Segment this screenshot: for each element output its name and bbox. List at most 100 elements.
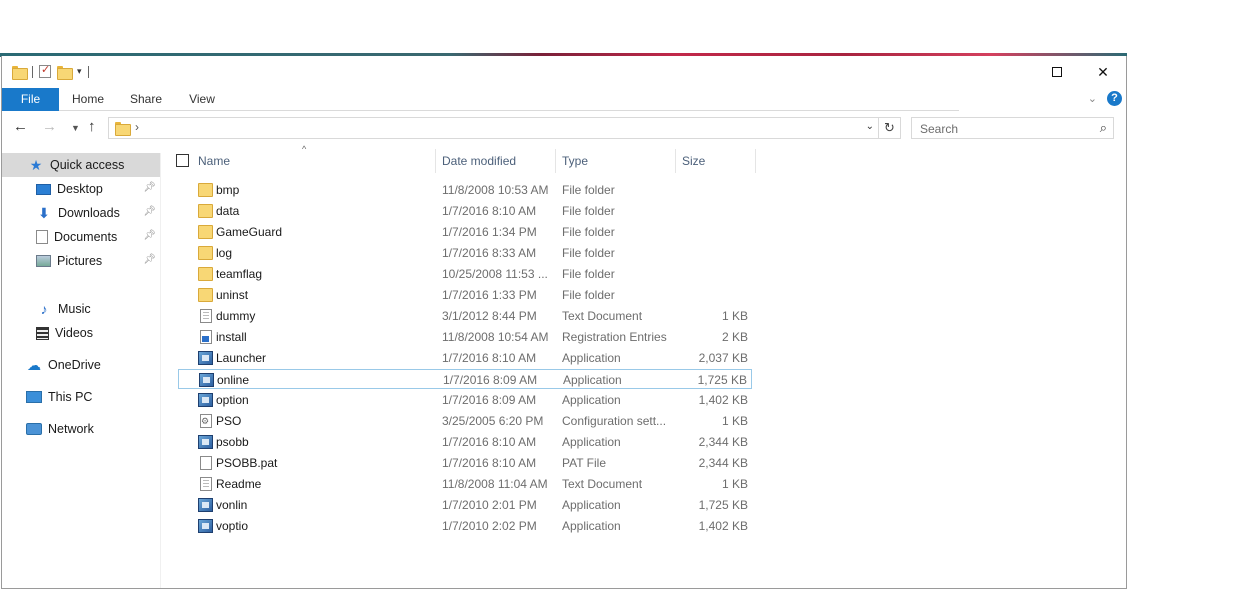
file-name: option [216, 393, 249, 407]
nav-item-label: Documents [54, 230, 118, 244]
application-icon [199, 373, 214, 387]
close-button[interactable]: ✕ [1080, 56, 1126, 88]
registry-icon [200, 330, 212, 344]
tab-share[interactable]: Share [128, 88, 164, 111]
table-row[interactable]: bmp 11/8/2008 10:53 AM File folder [178, 180, 752, 200]
file-size: 2,037 KB [698, 351, 748, 365]
downloads-icon: ⬇ [38, 204, 50, 221]
file-type: Application [562, 351, 621, 365]
column-header-size[interactable]: Size [682, 149, 754, 173]
toolbar-divider [87, 65, 89, 78]
pane-divider[interactable] [160, 153, 161, 588]
nav-item-videos[interactable]: Videos [2, 321, 160, 345]
nav-item-label: Desktop [57, 182, 103, 196]
nav-item-desktop[interactable]: Desktop 📌︎ [2, 177, 160, 201]
nav-item-downloads[interactable]: ⬇ Downloads 📌︎ [2, 201, 160, 225]
recent-locations-button[interactable]: ▼ [71, 123, 80, 133]
folder-icon [12, 65, 28, 80]
table-row[interactable]: online 1/7/2016 8:09 AM Application 1,725 K… [178, 369, 752, 389]
table-row[interactable]: teamflag 10/25/2008 11:53 ... File folder [178, 264, 752, 284]
nav-item-documents[interactable]: Documents 📌︎ [2, 225, 160, 249]
pin-icon[interactable]: 📌︎ [143, 182, 156, 193]
folder-icon [198, 204, 213, 218]
date-modified: 1/7/2010 2:02 PM [442, 519, 537, 533]
file-name: install [216, 330, 247, 344]
nav-item-quick-access[interactable]: ★ Quick access [2, 153, 160, 177]
column-header-name[interactable]: Name [198, 149, 434, 173]
nav-item-label: Downloads [58, 206, 120, 220]
folder-icon [198, 183, 213, 197]
breadcrumb-separator[interactable]: › [135, 120, 139, 134]
navigation-bar: ← → ▼ ↑ › ⌄ ↻ Search ⌕ [2, 116, 1126, 142]
table-row[interactable]: Readme 11/8/2008 11:04 AM Text Document 1 K… [178, 474, 752, 494]
search-box[interactable]: Search ⌕ [911, 117, 1114, 139]
date-modified: 1/7/2016 8:33 AM [442, 246, 537, 260]
file-name: log [216, 246, 233, 260]
search-input[interactable]: Search [920, 122, 958, 136]
pin-icon[interactable]: 📌︎ [143, 206, 156, 217]
pin-icon[interactable]: 📌︎ [143, 230, 156, 241]
file-name: Launcher [216, 351, 267, 365]
file-size: 1,402 KB [698, 519, 748, 533]
column-divider[interactable] [435, 149, 436, 173]
tab-home[interactable]: Home [70, 88, 106, 111]
date-modified: 1/7/2016 8:10 AM [442, 435, 537, 449]
column-divider[interactable] [755, 149, 756, 173]
table-row[interactable]: log 1/7/2016 8:33 AM File folder [178, 243, 752, 263]
customize-toolbar-icon[interactable]: ▾ [77, 66, 82, 77]
table-row[interactable]: PSO 3/25/2005 6:20 PM Configuration sett..… [178, 411, 752, 431]
back-button[interactable]: ← [13, 118, 28, 135]
file-type: Text Document [562, 477, 643, 491]
table-row[interactable]: install 11/8/2008 10:54 AM Registration En… [178, 327, 752, 347]
ribbon-tabs: File Home Share View ⌄ ? [2, 88, 1126, 111]
column-header-type[interactable]: Type [562, 149, 674, 173]
nav-item-this-pc[interactable]: This PC [2, 385, 160, 409]
column-divider[interactable] [555, 149, 556, 173]
nav-item-network[interactable]: Network [2, 417, 160, 441]
nav-item-music[interactable]: ♪ Music [2, 297, 160, 321]
address-dropdown-icon[interactable]: ⌄ [866, 121, 874, 132]
file-type: File folder [562, 288, 615, 302]
file-type: File folder [562, 183, 615, 197]
expand-ribbon-icon[interactable]: ⌄ [1088, 92, 1097, 105]
tab-view[interactable]: View [186, 88, 218, 111]
table-row[interactable]: uninst 1/7/2016 1:33 PM File folder [178, 285, 752, 305]
table-row[interactable]: data 1/7/2016 8:10 AM File folder [178, 201, 752, 221]
table-row[interactable]: vonlin 1/7/2010 2:01 PM Application 1,725 K… [178, 495, 752, 515]
new-folder-icon[interactable] [57, 65, 73, 80]
table-row[interactable]: dummy 3/1/2012 8:44 PM Text Document 1 KB [178, 306, 752, 326]
file-size: 2 KB [721, 330, 748, 344]
pin-icon[interactable]: 📌︎ [143, 254, 156, 265]
date-modified: 11/8/2008 11:04 AM [442, 477, 548, 491]
navigation-pane: ★ Quick access Desktop 📌︎ ⬇ Downloads 📌︎… [2, 153, 160, 583]
table-row[interactable]: option 1/7/2016 8:09 AM Application 1,402 K… [178, 390, 752, 410]
application-icon [198, 435, 213, 449]
address-bar[interactable]: › ⌄ ↻ [108, 117, 901, 139]
date-modified: 1/7/2016 8:10 AM [442, 204, 537, 218]
file-type: PAT File [562, 456, 607, 470]
tab-file[interactable]: File [2, 88, 59, 111]
table-row[interactable]: voptio 1/7/2010 2:02 PM Application 1,402 K… [178, 516, 752, 536]
help-icon[interactable]: ? [1107, 91, 1122, 106]
table-row[interactable]: Launcher 1/7/2016 8:10 AM Application 2,037… [178, 348, 752, 368]
text-document-icon [200, 309, 212, 323]
file-name: Readme [216, 477, 262, 491]
table-row[interactable]: PSOBB.pat 1/7/2016 8:10 AM PAT File 2,344 K… [178, 453, 752, 473]
star-icon: ★ [29, 156, 43, 173]
select-all-checkbox[interactable] [176, 154, 189, 167]
file-name: uninst [216, 288, 249, 302]
nav-item-onedrive[interactable]: ☁ OneDrive [2, 353, 160, 377]
table-row[interactable]: GameGuard 1/7/2016 1:34 PM File folder [178, 222, 752, 242]
refresh-button[interactable]: ↻ [878, 118, 900, 138]
table-row[interactable]: psobb 1/7/2016 8:10 AM Application 2,344 KB [178, 432, 752, 452]
close-icon: ✕ [1097, 63, 1109, 80]
file-name: PSO [216, 414, 242, 428]
file-type: File folder [562, 246, 615, 260]
nav-item-pictures[interactable]: Pictures 📌︎ [2, 249, 160, 273]
forward-button[interactable]: → [42, 118, 57, 135]
column-divider[interactable] [675, 149, 676, 173]
up-button[interactable]: ↑ [88, 118, 96, 135]
file-size: 2,344 KB [698, 456, 748, 470]
properties-icon[interactable] [39, 63, 51, 78]
column-header-date[interactable]: Date modified [442, 149, 554, 173]
